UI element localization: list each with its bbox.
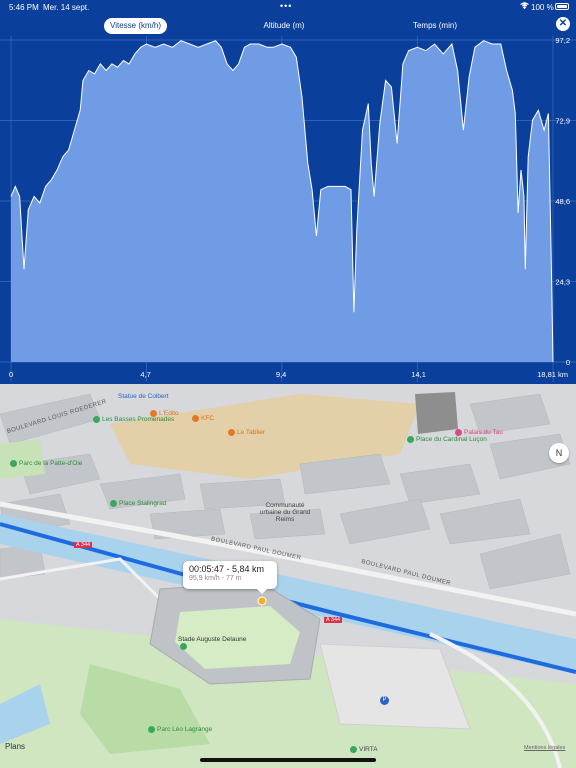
y-tick-label: 24,3 bbox=[555, 278, 570, 287]
multitasking-dots[interactable]: ••• bbox=[280, 1, 292, 11]
battery-percent: 100 % bbox=[531, 3, 554, 12]
x-axis-labels: 0 4,7 9,4 14,1 18,81 km bbox=[0, 370, 576, 382]
map-canvas bbox=[0, 384, 576, 768]
label-tablier[interactable]: Le Tablier bbox=[228, 429, 265, 436]
label-kfc[interactable]: KFC bbox=[192, 415, 214, 422]
road-badge-a344-2: A 344 bbox=[324, 617, 343, 623]
label-basses-promenades[interactable]: Les Basses Promenades bbox=[93, 416, 174, 423]
y-tick-label: 72,9 bbox=[555, 117, 570, 126]
status-bar: 5:46 PM Mer. 14 sept. ••• 100 % bbox=[0, 0, 576, 14]
label-stade[interactable]: Stade Auguste Delaune bbox=[178, 636, 248, 650]
speed-chart: 97,2 72,9 48,6 24,3 0 bbox=[0, 36, 576, 382]
label-patte-oie[interactable]: Parc de la Patte-d'Oie bbox=[10, 460, 82, 467]
wifi-icon bbox=[520, 2, 529, 11]
compass-icon: N bbox=[555, 448, 563, 458]
map-view[interactable]: Statue de Colbert L'Edito KFC Les Basses… bbox=[0, 384, 576, 768]
status-date: Mer. 14 sept. bbox=[43, 3, 90, 12]
compass-button[interactable]: N bbox=[549, 443, 569, 463]
tooltip-subtitle: 95,9 km/h - 77 m bbox=[189, 575, 242, 582]
tooltip-title: 00:05:47 - 5,84 km bbox=[189, 564, 265, 574]
label-parc-leo[interactable]: Parc Léo Lagrange bbox=[148, 726, 212, 733]
x-tick-label: 0 bbox=[9, 370, 14, 379]
plans-attribution: Plans bbox=[5, 742, 25, 751]
label-kfc-text: KFC bbox=[201, 415, 214, 423]
label-statue[interactable]: Statue de Colbert bbox=[118, 393, 169, 400]
speed-area bbox=[11, 40, 553, 362]
battery-icon bbox=[555, 3, 569, 10]
tab-speed[interactable]: Vitesse (km/h) bbox=[104, 18, 167, 34]
label-patte-text: Parc de la Patte-d'Oie bbox=[19, 460, 83, 468]
label-stade-text: Stade Auguste Delaune bbox=[178, 636, 247, 643]
label-basses-text: Les Basses Promenades bbox=[102, 416, 175, 424]
tab-time[interactable]: Temps (min) bbox=[405, 18, 465, 34]
label-communaute[interactable]: Communauté urbaine du Grand Reims bbox=[255, 502, 315, 523]
x-tick-label: 18,81 km bbox=[537, 370, 568, 379]
x-tick-label: 9,4 bbox=[275, 370, 287, 379]
chart-tabs: Vitesse (km/h) Altitude (m) Temps (min) bbox=[0, 18, 576, 36]
legal-link[interactable]: Mentions légales bbox=[524, 745, 565, 751]
close-icon: ✕ bbox=[558, 18, 568, 29]
tab-altitude[interactable]: Altitude (m) bbox=[255, 18, 313, 34]
y-tick-label: 97,2 bbox=[555, 36, 570, 45]
label-virta-text: VIRTA bbox=[359, 746, 378, 754]
x-tick-label: 4,7 bbox=[140, 370, 151, 379]
parking-icon[interactable]: P bbox=[380, 696, 389, 705]
road-badge-a344: A 344 bbox=[74, 542, 93, 548]
label-stalingrad[interactable]: Place Stalingrad bbox=[110, 500, 166, 507]
label-lucon-text: Place du Cardinal Luçon bbox=[416, 436, 487, 444]
close-button[interactable]: ✕ bbox=[556, 17, 570, 31]
home-indicator[interactable] bbox=[200, 758, 376, 762]
route-tooltip[interactable]: 00:05:47 - 5,84 km 95,9 km/h - 77 m bbox=[183, 561, 277, 594]
status-time: 5:46 PM bbox=[9, 3, 39, 12]
label-virta[interactable]: VIRTA bbox=[350, 746, 378, 753]
y-tick-label: 0 bbox=[566, 358, 570, 367]
label-stalingrad-text: Place Stalingrad bbox=[119, 500, 167, 508]
x-tick-label: 14,1 bbox=[411, 370, 426, 379]
label-tablier-text: Le Tablier bbox=[237, 429, 266, 437]
plans-label: Plans bbox=[5, 742, 26, 751]
y-tick-label: 48,6 bbox=[555, 197, 570, 206]
label-leo-text: Parc Léo Lagrange bbox=[157, 726, 213, 734]
label-place-lucon[interactable]: Place du Cardinal Luçon bbox=[407, 436, 487, 443]
